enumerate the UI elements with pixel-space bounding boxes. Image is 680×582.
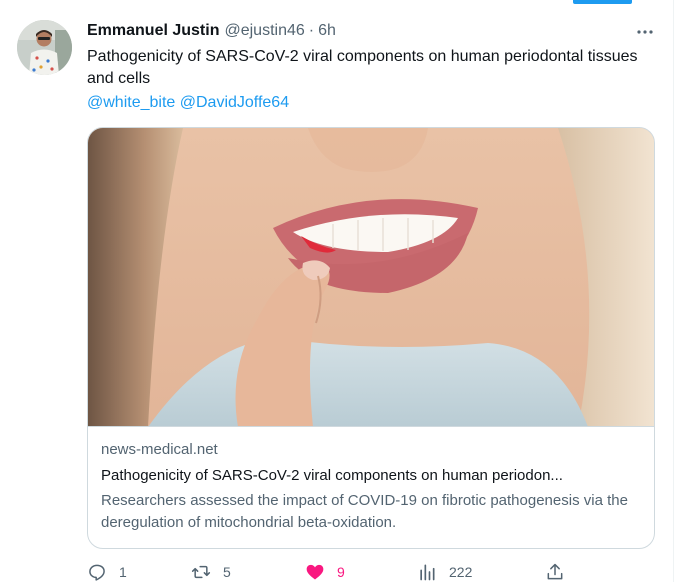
timeline-border	[673, 0, 674, 582]
more-options-button[interactable]	[634, 22, 656, 42]
share-button[interactable]	[545, 562, 577, 582]
more-dots-icon	[637, 30, 653, 34]
retweet-icon	[191, 565, 211, 579]
tweet-actions: 1 5 9 222	[87, 562, 577, 582]
tweet-timestamp[interactable]: 6h	[318, 21, 336, 41]
like-button[interactable]: 9	[305, 562, 345, 582]
retweet-count: 5	[223, 564, 231, 580]
tweet-header: Emmanuel Justin @ejustin46 · 6h	[87, 21, 336, 41]
reply-button[interactable]: 1	[87, 562, 127, 582]
views-button[interactable]: 222	[417, 562, 472, 582]
reply-count: 1	[119, 564, 127, 580]
mention-link[interactable]: @DavidJoffe64	[180, 94, 289, 111]
mention-link[interactable]: @white_bite	[87, 94, 175, 111]
reply-icon	[89, 564, 105, 581]
header-separator: ·	[308, 22, 315, 39]
views-count: 222	[449, 564, 473, 580]
retweet-button[interactable]: 5	[191, 562, 231, 582]
heart-filled-icon	[306, 564, 324, 580]
like-count: 9	[337, 564, 345, 580]
avatar[interactable]	[17, 20, 72, 75]
tweet-mentions: @white_bite @DavidJoffe64	[87, 93, 289, 113]
link-preview-card[interactable]: news-medical.net Pathogenicity of SARS-C…	[87, 127, 655, 549]
tweet[interactable]: Emmanuel Justin @ejustin46 · 6h Pathogen…	[0, 0, 673, 582]
card-title: Pathogenicity of SARS-CoV-2 viral compon…	[101, 467, 563, 484]
card-domain: news-medical.net	[101, 441, 218, 458]
card-photo	[88, 128, 654, 426]
share-icon	[547, 563, 563, 580]
avatar-photo	[17, 20, 72, 75]
views-chart-icon	[420, 564, 435, 581]
tweet-text: Pathogenicity of SARS-CoV-2 viral compon…	[87, 48, 638, 87]
card-description: Researchers assessed the impact of COVID…	[101, 492, 628, 531]
author-handle[interactable]: @ejustin46	[224, 21, 304, 41]
author-display-name[interactable]: Emmanuel Justin	[87, 21, 219, 41]
card-image[interactable]	[88, 128, 654, 427]
